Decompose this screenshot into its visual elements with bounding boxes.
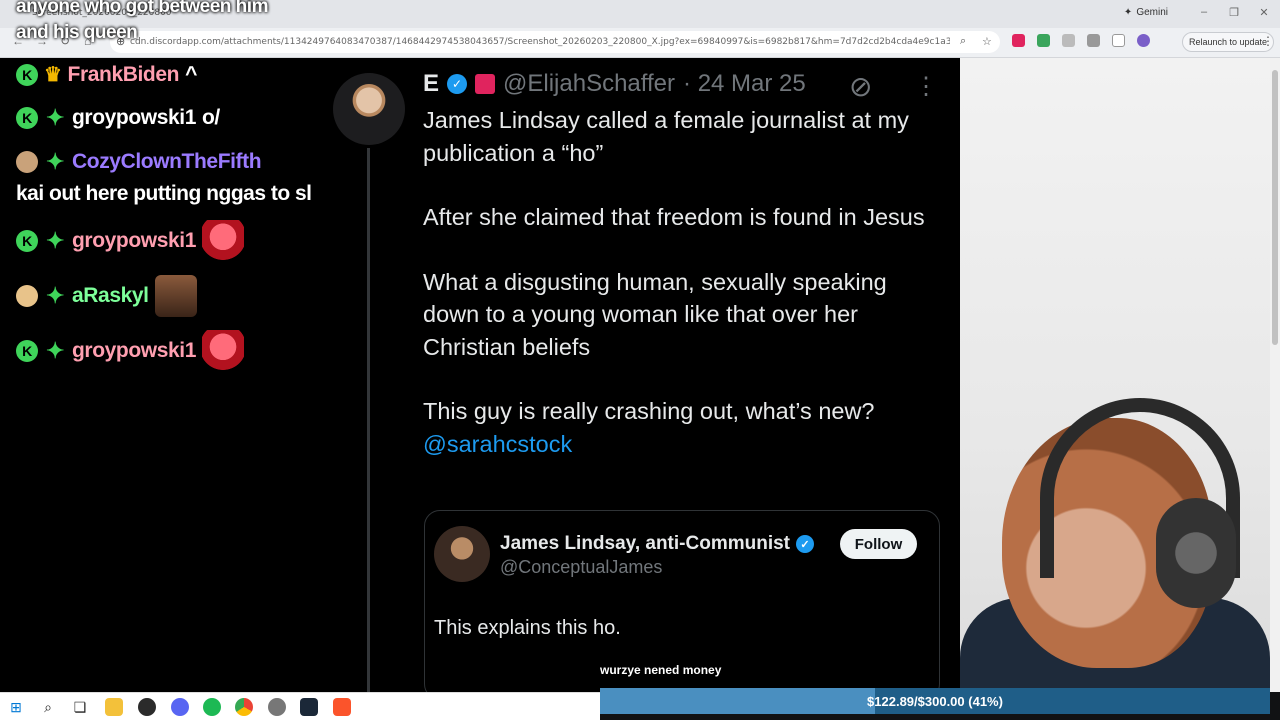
relaunch-button[interactable]: Relaunch to update (1182, 32, 1275, 52)
tweet-header: E ✓ @ElijahSchaffer · 24 Mar 25 (423, 70, 806, 98)
restore-icon[interactable]: ❐ (1226, 6, 1242, 19)
gem-badge-icon: ✦ (45, 283, 65, 308)
discord-icon[interactable] (171, 698, 189, 716)
start-icon[interactable]: ⊞ (7, 698, 25, 716)
minimize-icon[interactable]: – (1196, 6, 1212, 18)
kick-badge-icon: K (16, 230, 38, 252)
bookmark-star-icon[interactable]: ☆ (982, 35, 992, 48)
chrome-icon[interactable] (235, 698, 253, 716)
scrollbar-thumb[interactable] (1272, 70, 1278, 345)
chat-username[interactable]: groypowski1 (72, 229, 196, 253)
chat-username[interactable]: groypowski1 (72, 106, 196, 130)
author-avatar[interactable] (333, 73, 405, 145)
emote-icon (201, 330, 244, 372)
chat-message: K ♛ FrankBiden ^ (16, 62, 197, 87)
verified-icon: ✓ (796, 535, 814, 553)
extension-icon[interactable] (1062, 34, 1075, 47)
tweet-paragraph: What a disgusting human, sexually speaki… (423, 268, 887, 360)
chat-message: K ✦ groypowski1 (16, 330, 244, 372)
donation-goal-label: wurzye nened money (600, 663, 722, 677)
tweet-body: James Lindsay called a female journalist… (423, 104, 943, 460)
chat-message: K ✦ groypowski1 (16, 220, 244, 262)
quoted-author-name[interactable]: James Lindsay, anti-Communist (500, 533, 790, 555)
chat-text: ^ (185, 62, 197, 86)
zoom-icon[interactable]: ⌕ (960, 35, 966, 48)
quoted-tweet-text: This explains this ho. (434, 617, 621, 639)
chat-username[interactable]: FrankBiden (68, 63, 180, 87)
steam-icon[interactable] (300, 698, 318, 716)
gemini-icon: ✦ (1123, 7, 1133, 18)
close-icon[interactable]: ✕ (1256, 6, 1272, 19)
chat-username[interactable]: groypowski1 (72, 339, 196, 363)
gemini-button[interactable]: ✦ Gemini (1124, 7, 1168, 18)
file-explorer-icon[interactable] (105, 698, 123, 716)
task-view-icon[interactable]: ❏ (71, 698, 89, 716)
ublock-icon[interactable] (1012, 34, 1025, 47)
search-icon[interactable]: ⌕ (39, 698, 57, 716)
donation-progress-text: $122.89/$300.00 (41%) (867, 694, 1003, 709)
gemini-label: Gemini (1136, 7, 1168, 18)
headphone-cup (1156, 498, 1236, 608)
quoted-author-handle[interactable]: @ConceptualJames (500, 557, 662, 578)
extension-icon[interactable] (1037, 34, 1050, 47)
profile-avatar[interactable] (1137, 34, 1150, 47)
spotify-icon[interactable] (203, 698, 221, 716)
user-avatar (16, 285, 38, 307)
author-handle[interactable]: @ElijahSchaffer (503, 70, 675, 98)
author-name[interactable]: E (423, 70, 439, 98)
tweet-paragraph: After she claimed that freedom is found … (423, 204, 925, 230)
extensions-bar (1012, 34, 1150, 47)
webcam-feed (960, 58, 1270, 692)
verified-icon: ✓ (447, 74, 468, 94)
mention-link[interactable]: @sarahcstock (423, 431, 572, 457)
affiliation-badge-icon (475, 74, 496, 94)
caption-line: and his queen (16, 22, 138, 43)
chat-text: kai out here putting nggas to slp (16, 182, 324, 205)
tweet-paragraph: James Lindsay called a female journalist… (423, 107, 909, 166)
user-avatar (16, 151, 38, 173)
gem-badge-icon: ✦ (45, 228, 65, 253)
quoted-author: James Lindsay, anti-Communist ✓ (500, 533, 814, 555)
emote-icon (201, 220, 244, 262)
menu-icon[interactable]: ⋮ (1262, 34, 1274, 48)
quoted-author-avatar[interactable] (434, 526, 490, 582)
thread-line (367, 148, 370, 693)
app-icon[interactable] (268, 698, 286, 716)
donation-progress-bar: $122.89/$300.00 (41%) (600, 688, 1270, 714)
gem-badge-icon: ✦ (45, 338, 65, 363)
follow-button[interactable]: Follow (840, 529, 917, 559)
chat-message: ✦ aRaskyl (16, 275, 197, 317)
stream-caption: anyone who got between him and his queen (16, 0, 268, 46)
windows-taskbar: ⊞ ⌕ ❏ (0, 692, 600, 720)
kick-badge-icon: K (16, 340, 38, 362)
kick-badge-icon: K (16, 107, 38, 129)
sidebar-icon[interactable] (1112, 34, 1125, 47)
chat-text: o/ (201, 106, 220, 129)
brave-icon[interactable] (333, 698, 351, 716)
caption-line: anyone who got between him (16, 0, 268, 17)
gem-badge-icon: ✦ (45, 105, 65, 130)
kick-badge-icon: K (16, 63, 38, 86)
chat-message: K ✦ groypowski1 o/ (16, 106, 220, 130)
chat-username[interactable]: CozyClownTheFifth (72, 150, 262, 174)
more-options-icon[interactable]: ⋮ (914, 72, 938, 101)
chat-message: ✦ CozyClownTheFifth (16, 149, 262, 174)
emote-icon (154, 275, 197, 317)
tweet-date[interactable]: · 24 Mar 25 (683, 70, 806, 98)
chat-username[interactable]: aRaskyl (72, 284, 149, 308)
tweet-paragraph: This guy is really crashing out, what’s … (423, 398, 875, 424)
grok-icon[interactable]: ⊘ (849, 70, 872, 103)
crown-icon: ♛ (44, 64, 62, 86)
obs-icon[interactable] (138, 698, 156, 716)
gem-badge-icon: ✦ (45, 149, 65, 174)
puzzle-icon[interactable] (1087, 34, 1100, 47)
